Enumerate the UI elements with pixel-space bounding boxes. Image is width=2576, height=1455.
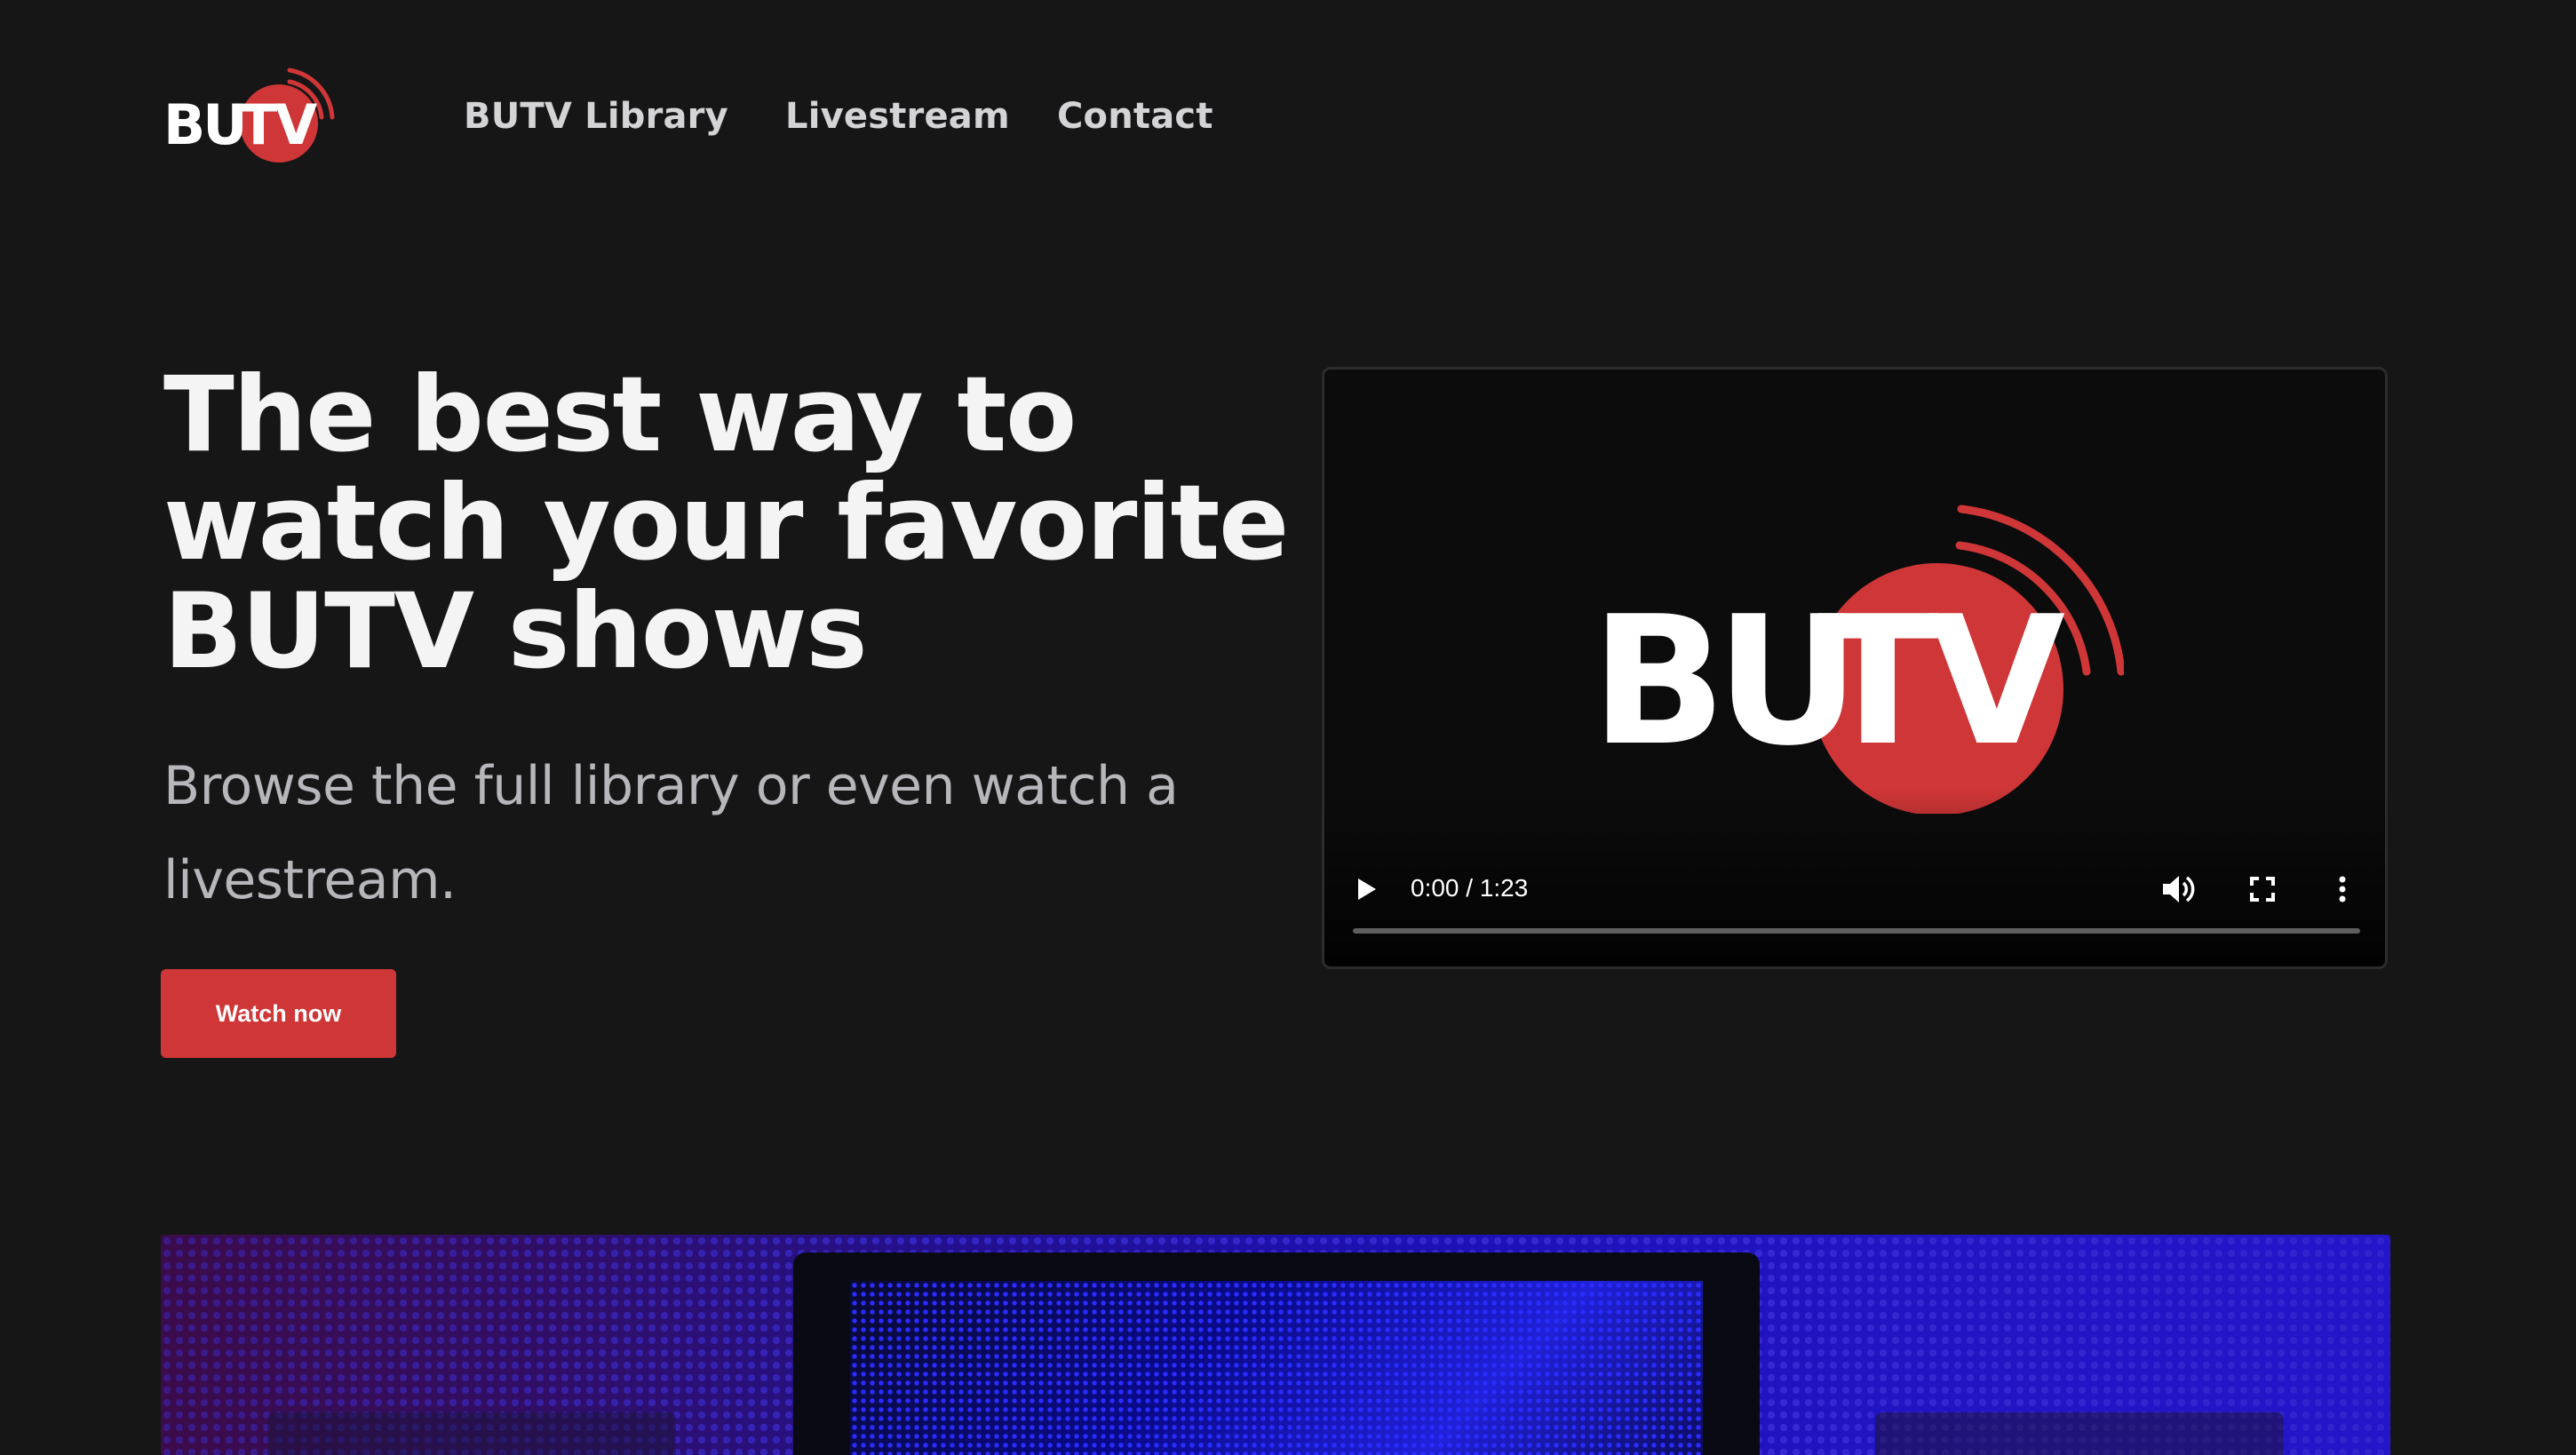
- svg-text:TV: TV: [240, 92, 317, 157]
- time-display: 0:00 / 1:23: [1411, 874, 1529, 902]
- hero-title: The best way to watch your favorite BUTV…: [163, 361, 1318, 686]
- more-vertical-icon: [2339, 876, 2346, 902]
- banner-side-panel-left: [267, 1412, 676, 1455]
- more-options-button[interactable]: [2332, 871, 2353, 907]
- play-icon: [1358, 879, 1376, 900]
- volume-button[interactable]: [2158, 870, 2197, 909]
- butv-logo[interactable]: BU TV: [163, 57, 341, 172]
- svg-text:BU: BU: [163, 92, 245, 157]
- hero-subtitle: Browse the full library or even watch a …: [163, 755, 1179, 911]
- page: BU TV BUTV Library Livestream Contact Th…: [0, 0, 2576, 1455]
- fullscreen-icon: [2250, 877, 2275, 902]
- banner-side-panel-right: [1875, 1412, 2284, 1455]
- hero-title-line-2: watch your favorite: [163, 462, 1289, 584]
- featured-banner[interactable]: [161, 1235, 2390, 1455]
- play-button[interactable]: [1349, 871, 1385, 907]
- progress-bar[interactable]: [1353, 928, 2360, 934]
- nav-link-contact[interactable]: Contact: [1057, 96, 1213, 137]
- fullscreen-button[interactable]: [2245, 871, 2280, 907]
- nav-link-livestream[interactable]: Livestream: [785, 96, 1010, 137]
- watch-now-button[interactable]: Watch now: [161, 969, 396, 1058]
- featured-show-thumbnail: [850, 1281, 1703, 1455]
- volume-icon: [2163, 876, 2195, 902]
- hero-title-line-3: BUTV shows: [163, 570, 868, 692]
- svg-text:TV: TV: [1817, 578, 2064, 785]
- video-player[interactable]: BU TV 0:00 / 1:23: [1322, 367, 2388, 969]
- svg-text:BU: BU: [1591, 578, 1849, 785]
- hero-title-line-1: The best way to: [163, 354, 1077, 475]
- nav-link-butv-library[interactable]: BUTV Library: [464, 96, 728, 137]
- featured-show-card[interactable]: [793, 1252, 1760, 1455]
- player-butv-logo: BU TV: [1591, 505, 2124, 814]
